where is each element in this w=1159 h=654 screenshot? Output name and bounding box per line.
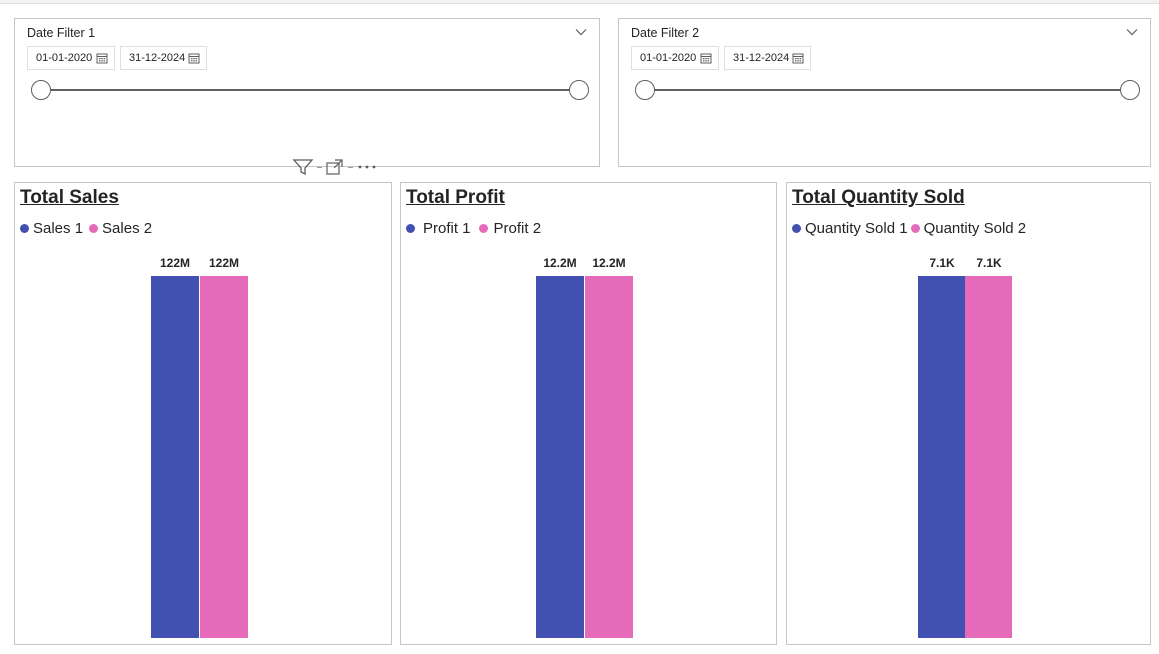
calendar-icon[interactable]	[792, 52, 804, 64]
bar-quantity-1[interactable]	[918, 276, 965, 638]
start-date-value: 01-01-2020	[36, 52, 93, 64]
legend-label: Profit 1	[423, 220, 471, 237]
bar-sales-1[interactable]	[151, 276, 199, 638]
data-label: 7.1K	[976, 256, 1002, 270]
legend-label: Sales 2	[102, 220, 153, 237]
card-title: Total Sales	[20, 187, 119, 208]
calendar-icon[interactable]	[700, 52, 712, 64]
legend-item[interactable]: Quantity Sold 2	[910, 220, 1027, 237]
card-title: Total Quantity Sold	[792, 187, 965, 208]
legend-dot-icon	[406, 224, 415, 233]
start-date-input[interactable]: 01-01-2020	[27, 46, 115, 70]
date-range-slider-track[interactable]	[645, 89, 1131, 91]
legend-dot-icon	[792, 224, 801, 233]
chart-legend: Sales 1 Sales 2	[20, 220, 158, 237]
date-filter-2-slicer: Date Filter 2 01-01-2020 31-12-2024	[618, 18, 1151, 167]
end-date-input[interactable]: 31-12-2024	[724, 46, 811, 70]
slider-start-handle[interactable]	[31, 80, 51, 100]
slicer-title: Date Filter 2	[631, 26, 700, 40]
legend-item[interactable]: Profit 2	[478, 220, 542, 237]
chart-legend: Quantity Sold 1 Quantity Sold 2	[792, 220, 1032, 237]
slider-start-handle[interactable]	[635, 80, 655, 100]
legend-label: Quantity Sold 2	[923, 220, 1027, 237]
calendar-icon[interactable]	[96, 52, 108, 64]
start-date-value: 01-01-2020	[640, 52, 697, 64]
chart-legend: Profit 1 Profit 2	[406, 220, 547, 237]
legend-item[interactable]: Sales 1	[20, 220, 83, 237]
bar-quantity-2[interactable]	[965, 276, 1012, 638]
legend-dot-icon	[478, 224, 488, 233]
total-profit-card[interactable]: Total Profit Profit 1 Profit 2 12.2M 12.…	[400, 182, 777, 645]
header-separator	[317, 166, 322, 168]
legend-dot-icon	[910, 224, 920, 233]
visual-header-toolbar	[292, 156, 392, 178]
total-quantity-sold-card[interactable]: Total Quantity Sold Quantity Sold 1 Quan…	[786, 182, 1151, 645]
data-label: 12.2M	[592, 256, 626, 270]
end-date-value: 31-12-2024	[129, 52, 186, 64]
slider-end-handle[interactable]	[1120, 80, 1140, 100]
header-separator	[348, 166, 353, 168]
more-options-icon[interactable]	[356, 157, 378, 177]
legend-item[interactable]: Quantity Sold 1	[792, 220, 908, 237]
card-title: Total Profit	[406, 187, 505, 208]
slider-end-handle[interactable]	[569, 80, 589, 100]
legend-item[interactable]: Sales 2	[89, 220, 152, 237]
top-toolbar-strip	[0, 0, 1159, 4]
bar-profit-1[interactable]	[536, 276, 584, 638]
chevron-down-icon[interactable]	[1126, 26, 1138, 38]
slicer-title: Date Filter 1	[27, 26, 96, 40]
legend-dot-icon	[89, 224, 99, 233]
filter-icon[interactable]	[292, 157, 314, 177]
legend-label: Sales 1	[33, 220, 84, 237]
bar-profit-2[interactable]	[585, 276, 633, 638]
chevron-down-icon[interactable]	[575, 26, 587, 38]
legend-item[interactable]: Profit 1	[406, 220, 471, 237]
focus-mode-icon[interactable]	[325, 157, 345, 177]
total-sales-card[interactable]: Total Sales Sales 1 Sales 2 122M 122M	[14, 182, 392, 645]
start-date-input[interactable]: 01-01-2020	[631, 46, 719, 70]
end-date-input[interactable]: 31-12-2024	[120, 46, 207, 70]
legend-label: Profit 2	[493, 220, 542, 237]
date-range-slider-track[interactable]	[41, 89, 581, 91]
end-date-value: 31-12-2024	[733, 52, 790, 64]
data-label: 122M	[208, 256, 240, 270]
date-filter-1-slicer: Date Filter 1 01-01-2020 31-12-2024	[14, 18, 600, 167]
legend-dot-icon	[20, 224, 29, 233]
legend-label: Quantity Sold 1	[805, 220, 908, 237]
bar-sales-2[interactable]	[200, 276, 248, 638]
calendar-icon[interactable]	[188, 52, 200, 64]
